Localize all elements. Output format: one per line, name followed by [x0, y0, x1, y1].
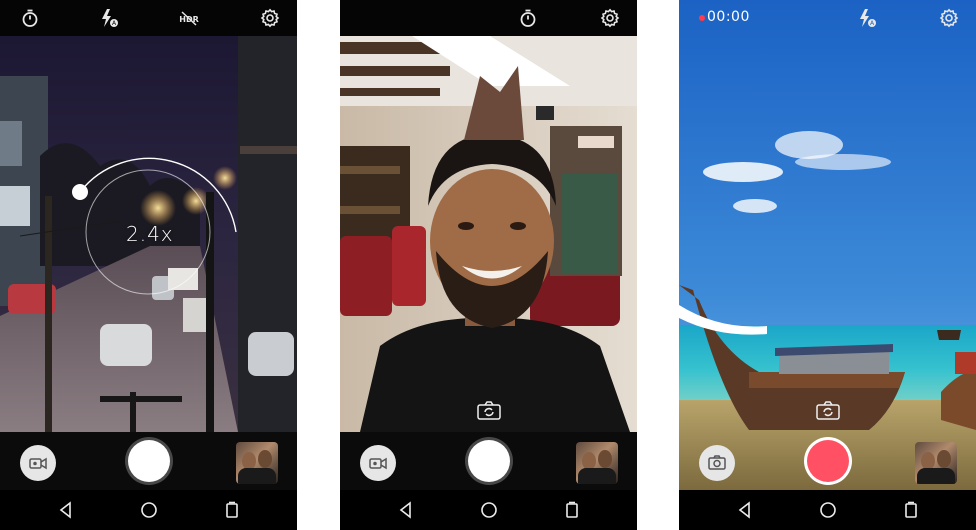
timer-icon[interactable] — [518, 8, 538, 28]
shutter-button[interactable] — [468, 440, 510, 482]
switch-camera-icon[interactable] — [815, 400, 841, 422]
thumbnail-shirt — [917, 468, 955, 484]
video-icon — [29, 457, 47, 470]
gallery-thumbnail[interactable] — [236, 442, 278, 484]
thumbnail-shirt — [238, 468, 276, 484]
phone-screen-video: 00:00 A — [679, 0, 976, 530]
home-icon[interactable] — [818, 500, 838, 520]
top-toolbar: 00:00 A — [679, 0, 976, 36]
settings-icon[interactable] — [939, 8, 959, 28]
hdr-off-icon[interactable]: HDR — [179, 8, 199, 28]
settings-icon[interactable] — [600, 8, 620, 28]
switch-camera-icon[interactable] — [476, 400, 502, 422]
gallery-thumbnail[interactable] — [576, 442, 618, 484]
camera-icon — [708, 455, 726, 470]
recents-icon[interactable] — [901, 500, 921, 520]
video-mode-button[interactable] — [20, 445, 56, 481]
bottom-toolbar — [0, 432, 297, 490]
thumbnail-face — [258, 450, 272, 468]
system-nav-bar — [0, 490, 297, 530]
recents-icon[interactable] — [562, 500, 582, 520]
home-icon[interactable] — [139, 500, 159, 520]
top-toolbar — [340, 0, 637, 36]
back-icon[interactable] — [56, 500, 76, 520]
thumbnail-shirt — [578, 468, 616, 484]
shutter-button[interactable] — [128, 440, 170, 482]
phone-screen-zoom: A HDR — [0, 0, 297, 530]
gallery-thumbnail[interactable] — [915, 442, 957, 484]
photo-mode-button[interactable] — [699, 445, 735, 481]
selfie-scene — [340, 36, 637, 432]
camera-viewfinder[interactable]: 2.4x — [0, 36, 297, 432]
thumbnail-face — [598, 450, 612, 468]
flash-auto-icon[interactable]: A — [857, 8, 877, 28]
phone-screen-selfie — [340, 0, 637, 530]
recording-indicator — [699, 15, 705, 21]
top-toolbar: A HDR — [0, 0, 297, 36]
video-icon — [369, 457, 387, 470]
camera-viewfinder[interactable] — [340, 36, 637, 432]
bottom-toolbar — [679, 432, 976, 490]
record-button[interactable] — [807, 440, 849, 482]
video-mode-button[interactable] — [360, 445, 396, 481]
recents-icon[interactable] — [222, 500, 242, 520]
flash-auto-icon[interactable]: A — [99, 8, 119, 28]
settings-icon[interactable] — [260, 8, 280, 28]
back-icon[interactable] — [396, 500, 416, 520]
home-icon[interactable] — [479, 500, 499, 520]
bottom-toolbar — [340, 432, 637, 490]
timer-icon[interactable] — [20, 8, 40, 28]
thumbnail-face — [937, 450, 951, 468]
system-nav-bar — [679, 490, 976, 530]
back-icon[interactable] — [735, 500, 755, 520]
recording-timer: 00:00 — [707, 9, 750, 25]
system-nav-bar — [340, 490, 637, 530]
zoom-level-label: 2.4x — [126, 222, 174, 246]
